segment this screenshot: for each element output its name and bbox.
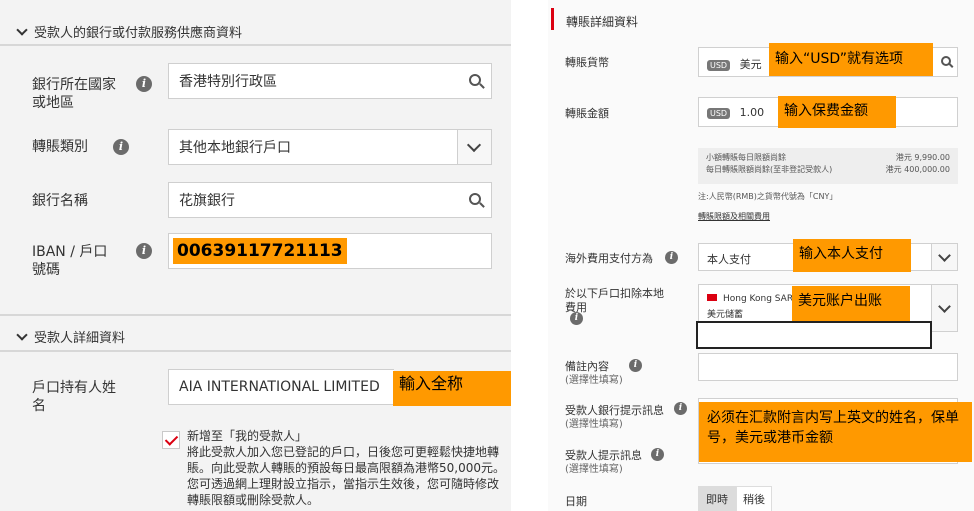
holder-name-input[interactable]: AIA INTERNATIONAL LIMITED	[168, 369, 394, 405]
debit-annotation: 美元账户出账	[792, 286, 910, 322]
currency-annotation: 输入“USD”就有选项	[769, 43, 933, 76]
holder-name-annotation: 輸入全称	[393, 371, 511, 406]
add-payee-checkbox[interactable]	[162, 431, 180, 449]
account-label: IBAN / 戶口號碼	[32, 244, 108, 278]
bank-name-label: 銀行名稱	[32, 193, 88, 209]
limit-label: 每日轉賬限額尚餘(至非登記受款人)	[706, 165, 833, 174]
country-label: 銀行所在國家或地區	[32, 77, 116, 111]
currency-label: 轉賬貨幣	[565, 56, 609, 69]
divider	[0, 44, 511, 46]
amount-label: 轉賬金額	[565, 107, 609, 120]
payee-message-label: 受款人提示訊息 (選擇性填寫)	[565, 449, 642, 477]
amount-annotation: 输入保费金额	[778, 96, 896, 128]
optional-hint: (選擇性填寫)	[565, 419, 623, 430]
remarks-label-text: 備註內容	[565, 360, 609, 373]
chevron-down-icon[interactable]	[931, 285, 957, 331]
fee-link[interactable]: 轉賬限額及相關費用	[698, 211, 770, 222]
info-icon[interactable]: i	[629, 359, 642, 372]
section-accent-bar	[551, 8, 554, 30]
account-number-value: 00639117721113	[173, 238, 347, 264]
account-number-input[interactable]: 00639117721113	[168, 233, 492, 269]
rmb-note: 注:人民幣(RMB)之貨幣代號為「CNY」	[698, 192, 838, 201]
limit-row: 每日轉賬限額尚餘(至非登記受款人) 港元 400,000.00	[706, 164, 950, 176]
info-icon[interactable]: i	[665, 251, 678, 264]
remarks-input[interactable]	[698, 353, 958, 381]
info-icon[interactable]: i	[651, 448, 664, 461]
holder-name-label: 戶口持有人姓名	[32, 380, 116, 414]
add-payee-title: 新增至「我的受款人」	[187, 429, 308, 443]
bank-name-value: 花旗銀行	[179, 193, 235, 209]
limit-value: 港元 9,990.00	[895, 153, 950, 162]
bank-message-label: 受款人銀行提示訊息 (選擇性填寫)	[565, 404, 664, 432]
bank-section-title: 受款人的銀行或付款服務供應商資料	[34, 26, 243, 41]
search-icon[interactable]	[469, 74, 481, 86]
add-payee-block: 新增至「我的受款人」 將此受款人加入您已登記的戶口，日後您可更輕鬆快捷地轉賬。向…	[187, 428, 507, 508]
date-now-toggle[interactable]: 即時	[698, 486, 736, 511]
charges-value: 本人支付	[707, 253, 751, 266]
payee-section-title: 受款人詳細資料	[34, 331, 126, 346]
info-icon[interactable]: i	[113, 139, 129, 155]
hk-flag-icon	[707, 294, 717, 301]
limits-box: 小額轉賬每日限額尚餘 港元 9,990.00 每日轉賬限額尚餘(至非登記受款人)…	[698, 148, 958, 184]
chevron-down-icon	[16, 328, 28, 341]
message-annotation: 必须在汇款附言内写上英文的姓名，保单号，美元或港币金额	[699, 402, 972, 462]
payee-message-label-text: 受款人提示訊息	[565, 449, 642, 462]
debit-region: Hong Kong SAR	[723, 294, 794, 304]
info-icon[interactable]: i	[136, 243, 152, 259]
transfer-type-select[interactable]: 其他本地銀行戶口	[168, 129, 492, 165]
amount-value: 1.00	[739, 106, 765, 119]
currency-badge: USD	[707, 60, 731, 71]
currency-value: 美元	[739, 58, 762, 71]
info-icon[interactable]: i	[674, 402, 687, 415]
date-later-toggle[interactable]: 稍後	[736, 486, 772, 511]
search-icon[interactable]	[941, 56, 951, 66]
panel-gap	[511, 0, 548, 511]
chevron-down-icon[interactable]	[931, 244, 957, 270]
highlight-box	[696, 321, 932, 349]
limit-value: 港元 400,000.00	[885, 165, 950, 174]
transfer-type-label: 轉賬類別	[32, 139, 88, 155]
optional-hint: (選擇性填寫)	[565, 375, 623, 386]
amount-badge: USD	[707, 108, 731, 119]
charges-label: 海外費用支付方為	[565, 252, 653, 265]
holder-name-value: AIA INTERNATIONAL LIMITED	[179, 379, 380, 395]
bank-name-field[interactable]: 花旗銀行	[168, 182, 492, 218]
info-icon[interactable]: i	[136, 76, 152, 92]
country-value: 香港特別行政區	[179, 74, 277, 90]
country-field[interactable]: 香港特別行政區	[168, 63, 492, 99]
add-payee-description: 將此受款人加入您已登記的戶口，日後您可更輕鬆快捷地轉賬。向此受款人轉賬的預設每日…	[187, 445, 505, 507]
limit-label: 小額轉賬每日限額尚餘	[706, 153, 786, 162]
date-label: 日期	[565, 495, 587, 508]
payee-section-header[interactable]: 受款人詳細資料	[16, 327, 126, 346]
divider	[0, 350, 511, 352]
bank-message-label-text: 受款人銀行提示訊息	[565, 404, 664, 417]
transfer-type-value: 其他本地銀行戶口	[179, 140, 291, 156]
limit-row: 小額轉賬每日限額尚餘 港元 9,990.00	[706, 152, 950, 164]
search-icon[interactable]	[469, 193, 481, 205]
bank-section-header[interactable]: 受款人的銀行或付款服務供應商資料	[16, 22, 243, 41]
remarks-label: 備註內容 (選擇性填寫)	[565, 360, 623, 388]
charges-annotation: 输入本人支付	[793, 239, 911, 272]
chevron-down-icon	[16, 23, 28, 36]
transfer-details-title: 轉賬詳細資料	[566, 15, 639, 29]
debit-account-label: 於以下戶口扣除本地費用	[565, 287, 664, 314]
chevron-down-icon[interactable]	[457, 130, 491, 164]
info-icon[interactable]: i	[570, 312, 583, 325]
optional-hint: (選擇性填寫)	[565, 464, 623, 475]
divider	[0, 314, 511, 316]
